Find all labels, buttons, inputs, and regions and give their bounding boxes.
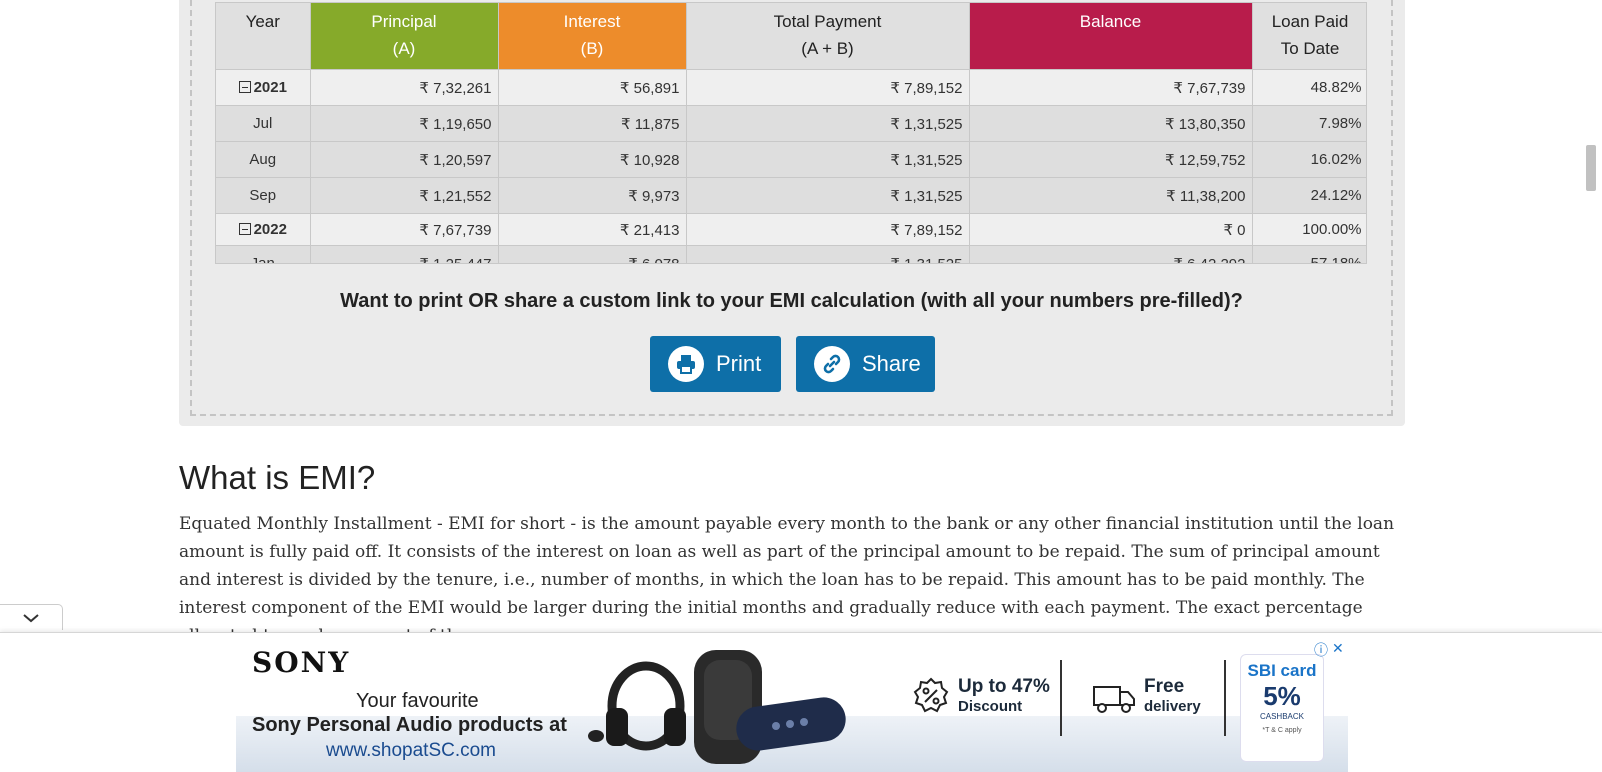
cashback-percent: 5%	[1263, 681, 1301, 711]
ad-info-icon[interactable]: ⓘ	[1314, 640, 1328, 660]
sbi-card-logo: SBI card	[1247, 661, 1317, 680]
ad-tagline-1: Your favourite	[356, 690, 479, 712]
terms-apply-text: *T & C apply	[1262, 727, 1302, 734]
table-row-month: Jan ₹ 1,25,447 ₹ 6,078 ₹ 1,31,525 ₹ 6,42…	[216, 245, 1366, 263]
ad-delivery-offer: Free delivery	[1092, 676, 1201, 715]
ad-close-icon[interactable]: ✕	[1332, 640, 1344, 660]
month-cell: Aug	[216, 141, 311, 178]
share-button-label: Share	[862, 351, 921, 376]
cashback-label: CASHBACK	[1259, 712, 1304, 721]
year-cell[interactable]: 2022	[216, 213, 311, 246]
interest-cell: ₹ 56,891	[498, 69, 687, 106]
offer-discount-sub: Discount	[958, 698, 1023, 715]
loan-paid-cell: 7.98%	[1252, 105, 1366, 142]
header-principal: Principal (A)	[310, 3, 499, 70]
emi-description: Equated Monthly Installment - EMI for sh…	[179, 514, 1395, 646]
offer-discount-title: Up to 47%	[958, 676, 1050, 697]
ad-divider	[1224, 660, 1226, 736]
ad-divider	[1060, 660, 1062, 736]
delivery-truck-icon	[1093, 685, 1135, 713]
principal-cell: ₹ 1,21,552	[310, 177, 499, 214]
collapse-toggle-icon[interactable]	[238, 81, 251, 93]
offer-delivery-sub: delivery	[1144, 698, 1201, 715]
loan-paid-cell: 16.02%	[1252, 141, 1366, 178]
interest-cell: ₹ 11,875	[498, 105, 687, 142]
table-row-year-2022[interactable]: 2022 ₹ 7,67,739 ₹ 21,413 ₹ 7,89,152 ₹ 0 …	[216, 213, 1366, 246]
loan-paid-cell: 57.18%	[1252, 245, 1366, 263]
principal-cell: ₹ 7,32,261	[310, 69, 499, 106]
sony-ad[interactable]: SONY Your favourite Sony Personal Audio …	[236, 636, 1348, 772]
principal-cell: ₹ 7,67,739	[310, 213, 499, 246]
interest-cell: ₹ 21,413	[498, 213, 687, 246]
discount-badge-icon	[913, 677, 949, 712]
table-row-year-2021[interactable]: 2021 ₹ 7,32,261 ₹ 56,891 ₹ 7,89,152 ₹ 7,…	[216, 69, 1366, 106]
loan-paid-cell: 100.00%	[1252, 213, 1366, 246]
loan-paid-cell: 24.12%	[1252, 177, 1366, 214]
balance-cell: ₹ 12,59,752	[969, 141, 1253, 178]
sbi-card-badge: SBI card 5% CASHBACK *T & C apply	[1240, 654, 1324, 762]
total-payment-cell: ₹ 1,31,525	[686, 177, 970, 214]
section-heading: What is EMI?	[179, 459, 376, 496]
ad-collapse-tab[interactable]	[0, 604, 63, 630]
total-payment-cell: ₹ 7,89,152	[686, 213, 970, 246]
balance-cell: ₹ 11,38,200	[969, 177, 1253, 214]
table-row-month: Sep ₹ 1,21,552 ₹ 9,973 ₹ 1,31,525 ₹ 11,3…	[216, 177, 1366, 214]
share-prompt-text: Want to print OR share a custom link to …	[340, 290, 1243, 312]
interest-cell: ₹ 9,973	[498, 177, 687, 214]
year-cell[interactable]: 2021	[216, 69, 311, 106]
offer-delivery-title: Free	[1144, 676, 1185, 697]
month-cell: Jan	[216, 245, 311, 263]
principal-cell: ₹ 1,25,447	[310, 245, 499, 263]
print-button[interactable]: Print	[650, 336, 781, 392]
principal-cell: ₹ 1,20,597	[310, 141, 499, 178]
table-header-row: Year Principal (A) Interest (B) Total Paym…	[216, 3, 1366, 70]
printer-icon	[668, 346, 704, 382]
header-interest: Interest (B)	[498, 3, 687, 70]
total-payment-cell: ₹ 7,89,152	[686, 69, 970, 106]
header-year: Year	[216, 3, 311, 70]
table-row-month: Aug ₹ 1,20,597 ₹ 10,928 ₹ 1,31,525 ₹ 12,…	[216, 141, 1366, 178]
table-row-month: Jul ₹ 1,19,650 ₹ 11,875 ₹ 1,31,525 ₹ 13,…	[216, 105, 1366, 142]
header-total-payment: Total Payment (A + B)	[686, 3, 970, 70]
collapse-toggle-icon[interactable]	[238, 223, 251, 235]
emi-schedule-table: Year Principal (A) Interest (B) Total Paym…	[215, 2, 1367, 264]
total-payment-cell: ₹ 1,31,525	[686, 245, 970, 263]
ad-url[interactable]: www.shopatSC.com	[326, 740, 496, 762]
balance-cell: ₹ 7,67,739	[969, 69, 1253, 106]
loan-paid-cell: 48.82%	[1252, 69, 1366, 106]
balance-cell: ₹ 6,42,292	[969, 245, 1253, 263]
ad-discount-offer: Up to 47% Discount	[912, 676, 1050, 715]
link-icon	[814, 346, 850, 382]
interest-cell: ₹ 10,928	[498, 141, 687, 178]
principal-cell: ₹ 1,19,650	[310, 105, 499, 142]
month-cell: Jul	[216, 105, 311, 142]
ad-controls: ⓘ ✕	[1314, 640, 1344, 660]
chevron-down-icon	[23, 613, 39, 622]
interest-cell: ₹ 6,078	[498, 245, 687, 263]
headphones-speaker-image	[588, 650, 846, 764]
ad-brand: SONY	[252, 646, 351, 679]
print-button-label: Print	[716, 351, 762, 376]
balance-cell: ₹ 13,80,350	[969, 105, 1253, 142]
total-payment-cell: ₹ 1,31,525	[686, 141, 970, 178]
page-scrollbar[interactable]	[1586, 145, 1596, 191]
ad-tagline-2: Sony Personal Audio products at	[252, 714, 567, 736]
share-button[interactable]: Share	[796, 336, 935, 392]
header-balance: Balance	[969, 3, 1253, 70]
month-cell: Sep	[216, 177, 311, 214]
header-loan-paid: Loan Paid To Date	[1252, 3, 1366, 70]
balance-cell: ₹ 0	[969, 213, 1253, 246]
total-payment-cell: ₹ 1,31,525	[686, 105, 970, 142]
